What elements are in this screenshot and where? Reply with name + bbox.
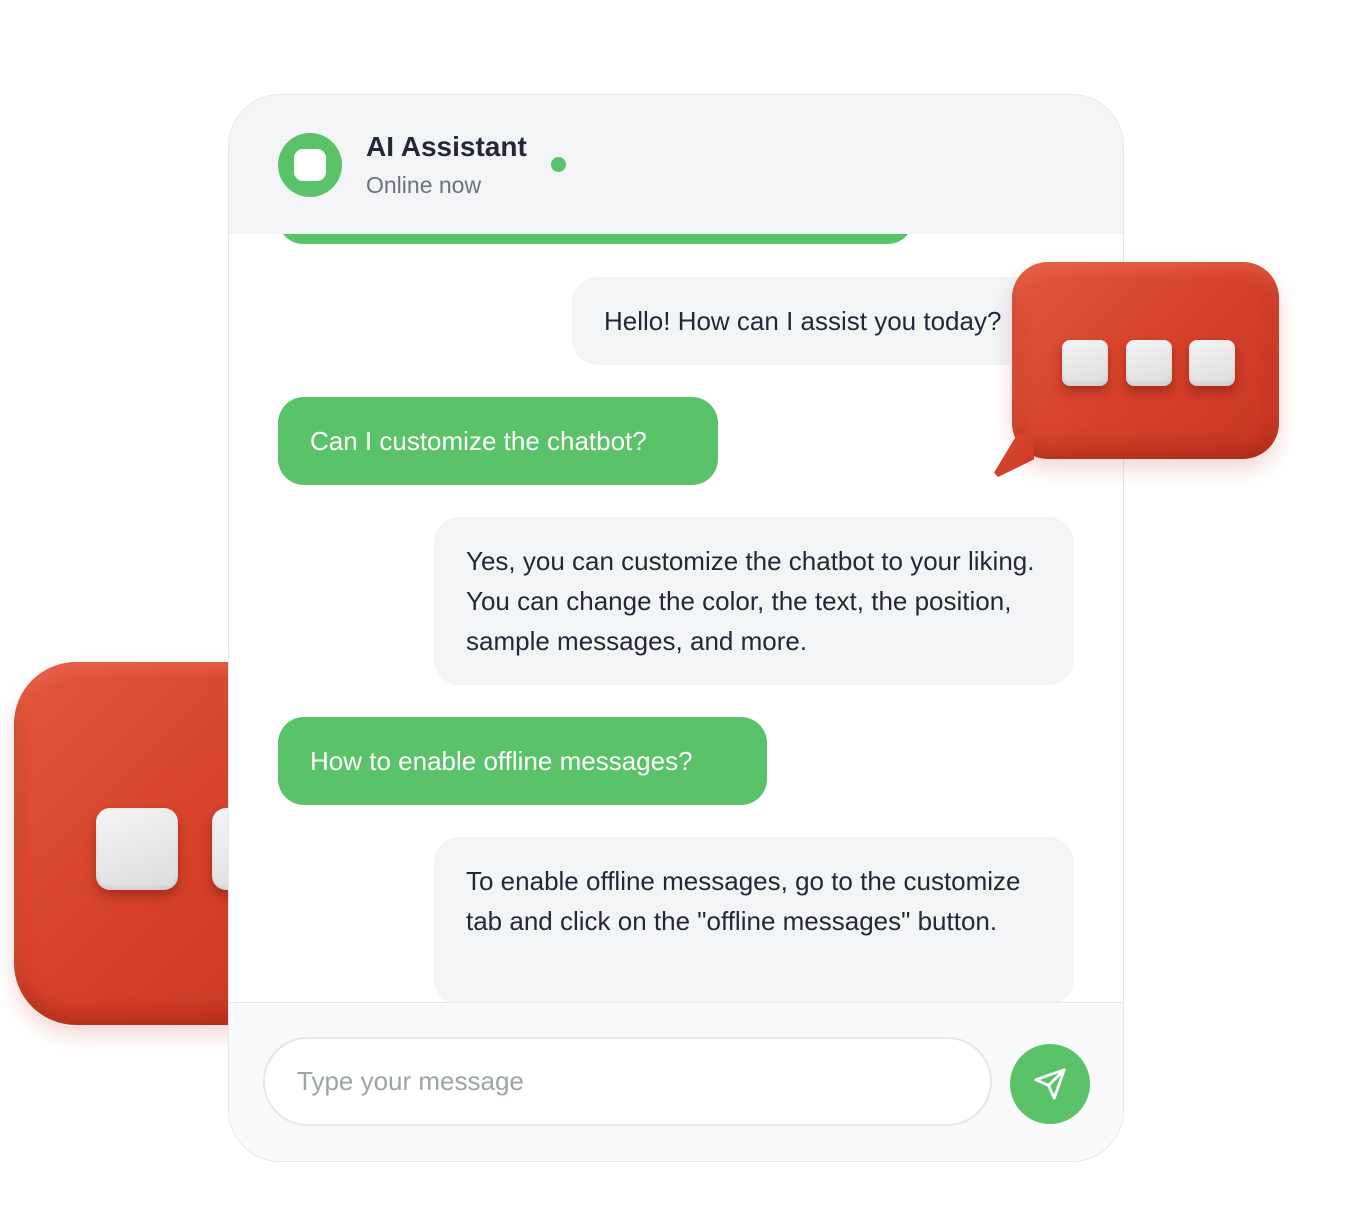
message-user: How to enable offline messages? [278, 717, 767, 805]
typing-bubble-decoration-right [994, 262, 1279, 477]
online-indicator [551, 157, 566, 172]
assistant-avatar [278, 133, 342, 197]
send-icon [1034, 1068, 1066, 1100]
page: AI Assistant Online now Hello! How can I… [0, 0, 1350, 1226]
typing-dot [96, 808, 178, 890]
chat-bubble-icon [294, 149, 326, 181]
message-input[interactable] [263, 1037, 992, 1126]
composer [229, 1002, 1123, 1161]
chat-header: AI Assistant Online now [229, 95, 1123, 234]
chat-widget: AI Assistant Online now Hello! How can I… [228, 94, 1124, 1162]
typing-dot [1126, 340, 1172, 386]
typing-dot [1189, 340, 1235, 386]
message-list[interactable]: Hello! How can I assist you today? Can I… [229, 234, 1123, 1002]
assistant-status: Online now [366, 172, 482, 198]
message-bot: Yes, you can customize the chatbot to yo… [434, 517, 1074, 685]
assistant-name: AI Assistant [366, 131, 527, 162]
send-button[interactable] [1010, 1044, 1090, 1124]
message-user: Can I customize the chatbot? [278, 397, 718, 485]
message-user-partial [278, 234, 913, 244]
message-bot: To enable offline messages, go to the cu… [434, 837, 1074, 1002]
typing-dot [1062, 340, 1108, 386]
